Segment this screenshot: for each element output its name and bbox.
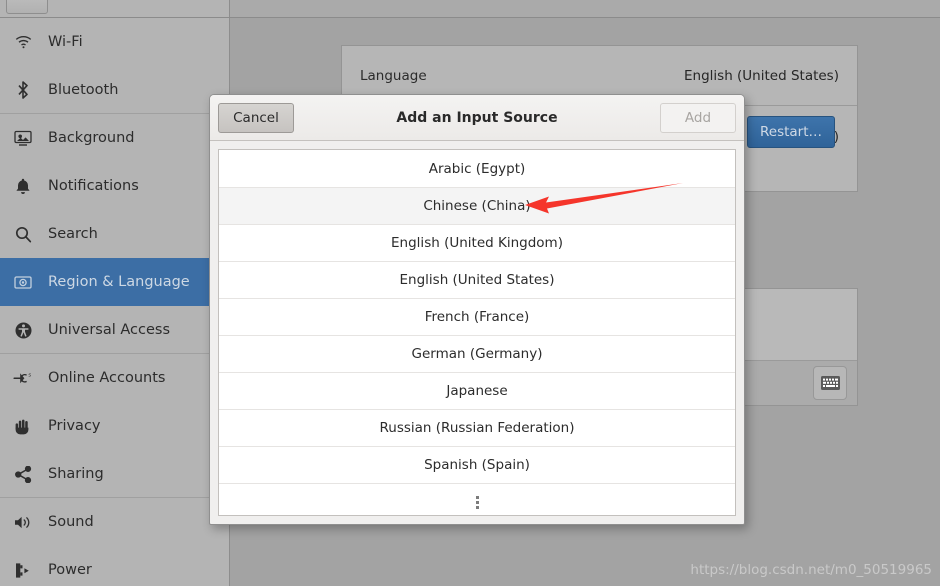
sharing-icon: [10, 464, 36, 484]
list-item[interactable]: Japanese: [219, 372, 735, 409]
list-item[interactable]: Chinese (China): [219, 187, 735, 224]
window-header-strip: [0, 0, 940, 18]
sidebar-item-notifications[interactable]: Notifications: [0, 162, 229, 210]
wifi-icon: [10, 32, 36, 52]
sidebar-item-label: Search: [48, 226, 98, 242]
settings-sidebar: Wi-Fi Bluetooth Background Notifications…: [0, 18, 230, 586]
sidebar-item-label: Power: [48, 562, 92, 578]
privacy-hand-icon: [10, 416, 36, 436]
input-source-options-list[interactable]: Arabic (Egypt) Chinese (China) English (…: [218, 149, 736, 516]
list-item[interactable]: Russian (Russian Federation): [219, 409, 735, 446]
list-item-label: English (United States): [399, 272, 555, 288]
more-vertical-icon: [475, 495, 479, 509]
list-item-label: Spanish (Spain): [424, 457, 530, 473]
region-language-icon: [10, 272, 36, 292]
sidebar-item-background[interactable]: Background: [0, 114, 229, 162]
header-left-section: [0, 0, 230, 17]
sidebar-item-label: Region & Language: [48, 274, 190, 290]
list-item-label: Russian (Russian Federation): [379, 420, 575, 436]
header-back-button[interactable]: [6, 0, 48, 14]
language-row-label: Language: [360, 67, 427, 84]
language-row-value: English (United States): [684, 67, 839, 84]
bluetooth-icon: [10, 80, 36, 100]
sidebar-item-label: Universal Access: [48, 322, 171, 338]
sidebar-item-label: Online Accounts: [48, 370, 166, 386]
header-right-section: [231, 0, 940, 17]
sidebar-item-label: Sound: [48, 514, 94, 530]
dialog-body: Arabic (Egypt) Chinese (China) English (…: [210, 141, 744, 524]
add-input-source-dialog: Cancel Add an Input Source Add Arabic (E…: [209, 94, 745, 525]
online-accounts-icon: s: [10, 368, 36, 388]
sidebar-item-label: Bluetooth: [48, 82, 119, 98]
list-item-label: German (Germany): [411, 346, 543, 362]
sidebar-item-privacy[interactable]: Privacy: [0, 402, 229, 450]
sidebar-item-label: Privacy: [48, 418, 101, 434]
sidebar-item-label: Notifications: [48, 178, 139, 194]
list-item[interactable]: English (United States): [219, 261, 735, 298]
dialog-header: Cancel Add an Input Source Add: [210, 95, 744, 141]
list-item[interactable]: Spanish (Spain): [219, 446, 735, 483]
list-item-more[interactable]: [219, 483, 735, 515]
sidebar-item-label: Sharing: [48, 466, 104, 482]
list-item-label: English (United Kingdom): [391, 235, 563, 251]
sidebar-item-bluetooth[interactable]: Bluetooth: [0, 66, 229, 114]
background-icon: [10, 128, 36, 148]
list-item[interactable]: English (United Kingdom): [219, 224, 735, 261]
power-plug-icon: [10, 560, 36, 580]
sidebar-item-label: Background: [48, 130, 135, 146]
cancel-button[interactable]: Cancel: [218, 102, 294, 133]
watermark-text: https://blog.csdn.net/m0_50519965: [690, 562, 932, 578]
sidebar-item-region-language[interactable]: Region & Language: [0, 258, 229, 306]
sidebar-item-sound[interactable]: Sound: [0, 498, 229, 546]
list-item[interactable]: Arabic (Egypt): [219, 150, 735, 187]
universal-access-icon: [10, 320, 36, 340]
add-button[interactable]: Add: [660, 102, 736, 133]
bell-icon: [10, 176, 36, 196]
list-item-label: Japanese: [446, 383, 508, 399]
list-item[interactable]: French (France): [219, 298, 735, 335]
sidebar-item-search[interactable]: Search: [0, 210, 229, 258]
sidebar-item-sharing[interactable]: Sharing: [0, 450, 229, 498]
search-icon: [10, 224, 36, 244]
list-item-label: Arabic (Egypt): [428, 160, 526, 177]
restart-button[interactable]: Restart…: [747, 116, 835, 148]
svg-text:s: s: [28, 372, 31, 378]
sidebar-item-online-accounts[interactable]: s Online Accounts: [0, 354, 229, 402]
sound-icon: [10, 512, 36, 532]
sidebar-item-power[interactable]: Power: [0, 546, 229, 586]
sidebar-item-label: Wi-Fi: [48, 34, 83, 50]
sidebar-item-wifi[interactable]: Wi-Fi: [0, 18, 229, 66]
sidebar-item-universal-access[interactable]: Universal Access: [0, 306, 229, 354]
keyboard-icon[interactable]: [813, 366, 847, 400]
list-item-label: French (France): [424, 309, 530, 325]
list-item-label: Chinese (China): [423, 198, 531, 214]
list-item[interactable]: German (Germany): [219, 335, 735, 372]
